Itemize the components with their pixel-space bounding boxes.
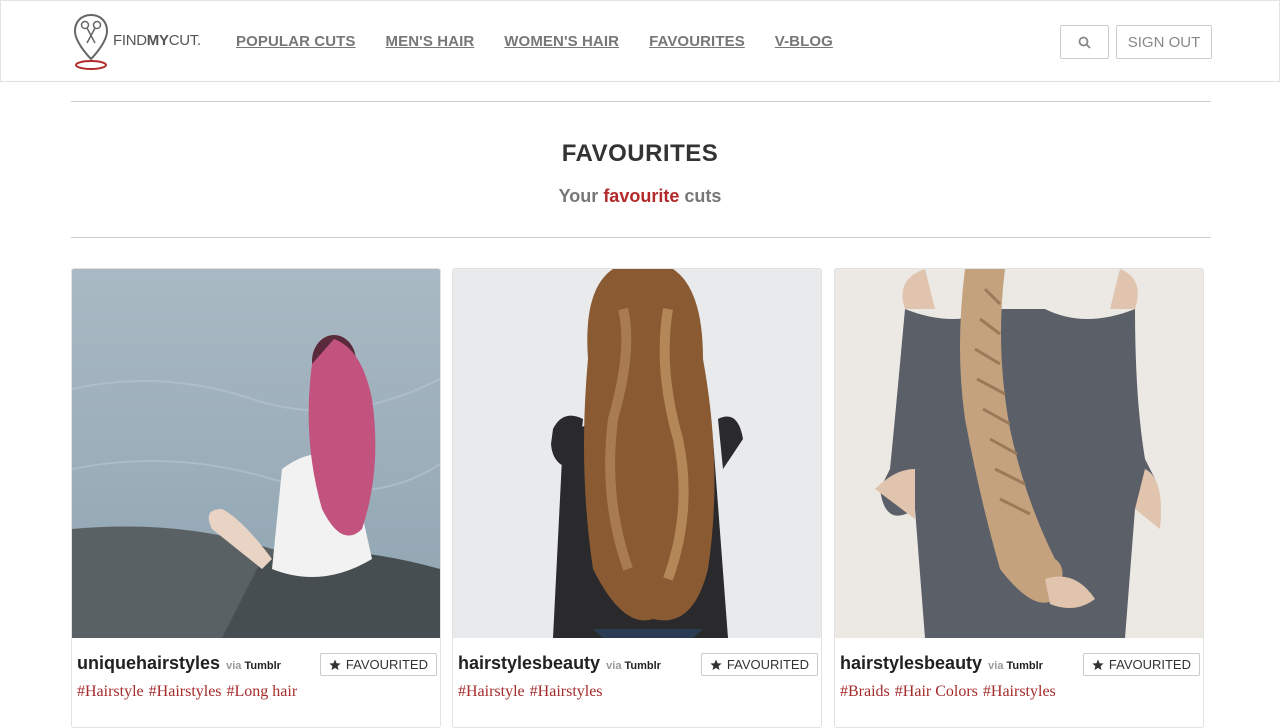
favourited-button[interactable]: FAVOURITED [1082, 653, 1200, 676]
favourite-card: hairstylesbeauty via Tumblr FAVOURITED #… [452, 268, 822, 728]
page-title: FAVOURITES [561, 140, 719, 167]
favourite-card: uniquehairstyles via Tumblr FAVOURITED #… [71, 268, 441, 728]
favourited-label: FAVOURITED [1108, 657, 1191, 672]
card-source: via Tumblr [226, 660, 281, 672]
logo-text: FINDMYCUT. [113, 31, 201, 49]
scissors-pin-icon [73, 13, 109, 70]
navbar: FINDMYCUT. POPULAR CUTS MEN'S HAIR WOMEN… [0, 0, 1280, 82]
nav-v-blog[interactable]: V-BLOG [775, 33, 833, 50]
card-meta: hairstylesbeauty via Tumblr FAVOURITED [840, 653, 1200, 677]
tag-link[interactable]: #Hair Colors [895, 683, 978, 700]
nav-womens-hair[interactable]: WOMEN'S HAIR [504, 33, 619, 50]
card-tags: #Hairstyle #Hairstyles [458, 683, 608, 701]
card-meta: uniquehairstyles via Tumblr FAVOURITED [77, 653, 437, 677]
search-button[interactable] [1060, 25, 1109, 59]
star-icon [710, 659, 722, 670]
tag-link[interactable]: #Hairstyles [149, 683, 222, 700]
nav-popular-cuts[interactable]: POPULAR CUTS [236, 33, 356, 50]
card-tags: #Hairstyle #Hairstyles #Long hair [77, 683, 302, 701]
hairstyle-image[interactable] [453, 269, 821, 638]
favourited-label: FAVOURITED [726, 657, 809, 672]
hairstyle-image[interactable] [72, 269, 440, 638]
card-tags: #Braids #Hair Colors #Hairstyles [840, 683, 1061, 701]
logo[interactable]: FINDMYCUT. [73, 13, 201, 71]
favourited-label: FAVOURITED [345, 657, 428, 672]
nav-mens-hair[interactable]: MEN'S HAIR [386, 33, 475, 50]
tag-link[interactable]: #Hairstyle [77, 683, 144, 700]
card-username[interactable]: uniquehairstyles via Tumblr [77, 653, 281, 674]
tag-link[interactable]: #Braids [840, 683, 890, 700]
page-subtitle: Your favourite cuts [558, 186, 722, 206]
star-icon [1092, 659, 1104, 670]
card-username[interactable]: hairstylesbeauty via Tumblr [458, 653, 661, 674]
tag-link[interactable]: #Long hair [227, 683, 298, 700]
card-meta: hairstylesbeauty via Tumblr FAVOURITED [458, 653, 818, 677]
hairstyle-image[interactable] [835, 269, 1203, 638]
nav-favourites[interactable]: FAVOURITES [649, 33, 745, 50]
card-source: via Tumblr [606, 660, 661, 672]
favourited-button[interactable]: FAVOURITED [700, 653, 818, 676]
card-username[interactable]: hairstylesbeauty via Tumblr [840, 653, 1043, 674]
main-nav: POPULAR CUTS MEN'S HAIR WOMEN'S HAIR FAV… [236, 33, 863, 50]
card-source: via Tumblr [988, 660, 1043, 672]
favourited-button[interactable]: FAVOURITED [319, 653, 437, 676]
favourite-card: hairstylesbeauty via Tumblr FAVOURITED #… [834, 268, 1204, 728]
tag-link[interactable]: #Hairstyles [530, 683, 603, 700]
divider-bottom [71, 237, 1211, 238]
star-icon [329, 659, 341, 670]
sign-out-button[interactable]: SIGN OUT [1116, 25, 1212, 59]
tag-link[interactable]: #Hairstyles [983, 683, 1056, 700]
search-icon [1078, 36, 1091, 49]
tag-link[interactable]: #Hairstyle [458, 683, 525, 700]
divider-top [71, 101, 1211, 102]
